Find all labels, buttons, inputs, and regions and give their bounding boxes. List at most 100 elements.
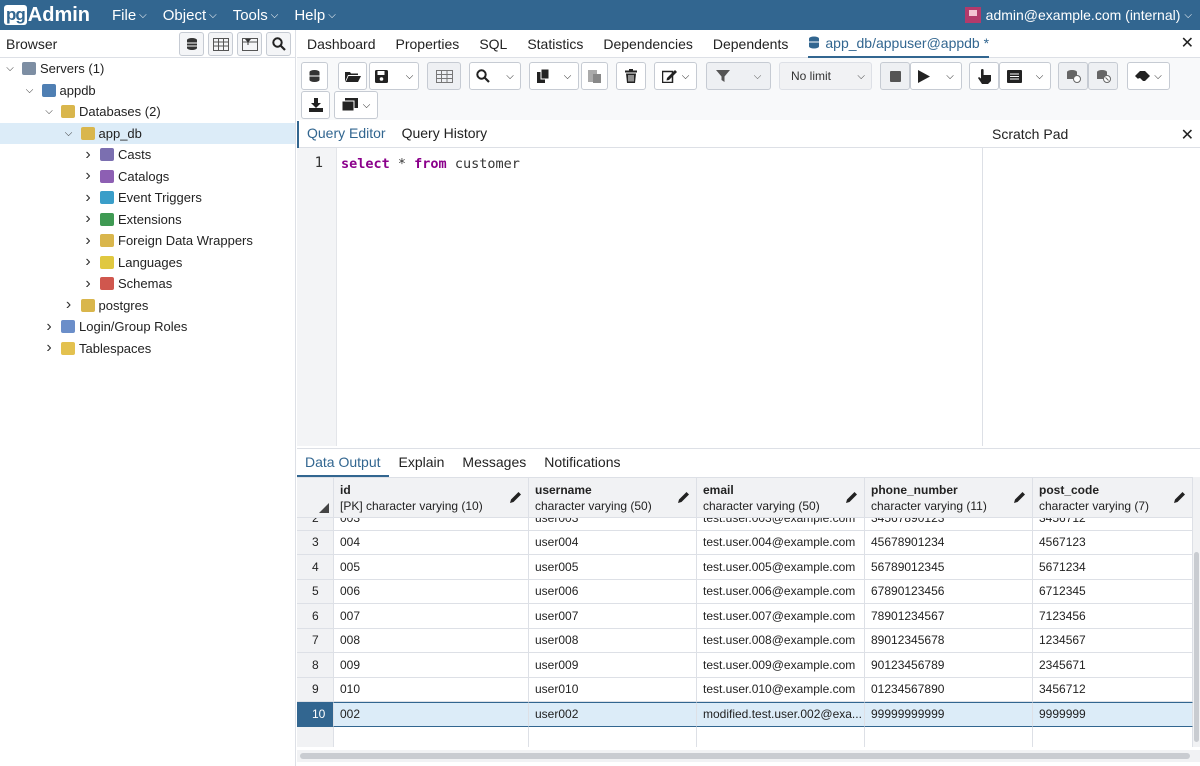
table-cell[interactable]: 009 [334,653,529,678]
scratch-pad-area[interactable] [983,148,1200,446]
rollback-button[interactable] [1088,62,1118,90]
table-cell[interactable] [697,726,865,747]
tab-sql[interactable]: SQL [479,30,507,58]
row-number[interactable]: 7 [297,628,334,653]
table-cell[interactable] [865,726,1033,747]
table-row[interactable]: 5 006 user006 test.user.006@example.com 6789… [297,579,1193,604]
table-cell[interactable]: 5671234 [1033,555,1193,580]
table-cell[interactable]: 6712345 [1033,579,1193,604]
execute-button[interactable]: ⌵ [910,62,962,90]
column-header-post_code[interactable]: post_code character varying (7) [1033,478,1193,518]
tab-dependencies[interactable]: Dependencies [603,30,693,58]
tree-node[interactable]: › Extensions [0,209,295,231]
row-number[interactable]: 9 [297,677,334,702]
tab-dependents[interactable]: Dependents [713,30,789,58]
pencil-icon[interactable] [1014,491,1026,503]
table-cell[interactable]: 2345671 [1033,653,1193,678]
table-cell[interactable]: 89012345678 [865,628,1033,653]
select-all-corner[interactable] [297,478,334,518]
chevron-down-icon[interactable]: ⌵ [24,85,36,96]
menu-file[interactable]: File ⌵ [112,7,147,24]
table-cell[interactable]: user005 [529,555,697,580]
table-cell[interactable]: user004 [529,530,697,555]
chevron-down-icon[interactable]: ⌵ [43,106,55,117]
open-file-button[interactable] [338,62,367,90]
edit-data-button[interactable] [427,62,461,90]
open-browser-button[interactable] [301,62,328,90]
table-cell[interactable]: user010 [529,677,697,702]
table-cell[interactable]: 78901234567 [865,604,1033,629]
tree-node[interactable]: ⌵ appdb [0,80,295,102]
download-button[interactable] [301,91,330,119]
chevron-down-icon[interactable]: ⌵ [4,63,16,74]
column-header-email[interactable]: email character varying (50) [697,478,865,518]
tree-node[interactable]: › Catalogs [0,166,295,188]
copy-button[interactable]: ⌵ [529,62,579,90]
table-cell[interactable]: 010 [334,677,529,702]
chevron-right-icon[interactable]: › [82,275,94,293]
table-row[interactable]: 3 004 user004 test.user.004@example.com 4567… [297,530,1193,555]
row-number[interactable] [297,726,334,747]
close-icon[interactable]: ✕ [1181,125,1194,145]
view-data-button[interactable] [208,32,233,56]
table-cell[interactable]: 004 [334,530,529,555]
chevron-right-icon[interactable]: › [82,210,94,228]
tab-data-output[interactable]: Data Output [297,449,389,477]
commit-button[interactable] [1058,62,1088,90]
close-icon[interactable]: ✕ [1181,33,1194,53]
user-menu[interactable]: admin@example.com (internal) ⌵ [964,0,1192,30]
table-cell[interactable]: user008 [529,628,697,653]
tab-dashboard[interactable]: Dashboard [307,30,376,58]
explain-button[interactable] [969,62,999,90]
clear-button[interactable]: ⌵ [1127,62,1170,90]
tab-notifications[interactable]: Notifications [536,449,628,477]
delete-button[interactable] [616,62,646,90]
row-number[interactable]: 3 [297,530,334,555]
tree-node[interactable]: ⌵ app_db [0,122,295,144]
chevron-right-icon[interactable]: › [82,146,94,164]
pencil-icon[interactable] [846,491,858,503]
table-cell[interactable]: 7123456 [1033,604,1193,629]
table-cell[interactable]: 56789012345 [865,555,1033,580]
table-cell[interactable]: 45678901234 [865,530,1033,555]
table-cell[interactable]: test.user.007@example.com [697,604,865,629]
chevron-right-icon[interactable]: › [63,296,75,314]
table-cell[interactable]: 002 [334,702,529,727]
tree-node[interactable]: › Casts [0,144,295,166]
row-number[interactable]: 8 [297,653,334,678]
table-row[interactable]: 9 010 user010 test.user.010@example.com 0123… [297,677,1193,702]
table-cell[interactable] [529,726,697,747]
table-cell[interactable]: user007 [529,604,697,629]
row-number[interactable]: 10 [297,702,334,727]
vertical-scrollbar-thumb[interactable] [1194,552,1199,742]
table-cell[interactable]: test.user.009@example.com [697,653,865,678]
table-cell[interactable] [1033,726,1193,747]
macros-button[interactable]: ⌵ [334,91,378,119]
table-cell[interactable] [334,726,529,747]
explain-analyze-button[interactable]: ⌵ [999,62,1051,90]
chevron-right-icon[interactable]: › [82,189,94,207]
table-row[interactable]: 6 007 user007 test.user.007@example.com 7890… [297,604,1193,629]
chevron-right-icon[interactable]: › [82,232,94,250]
tree-node[interactable]: › Login/Group Roles [0,316,295,338]
tab-query-editor[interactable]: Query Editor [297,121,394,148]
tab-statistics[interactable]: Statistics [527,30,583,58]
data-output-grid[interactable]: 2003user003test.user.003@example.com3456… [297,477,1193,747]
table-row[interactable]: 10 002 user002 modified.test.user.002@exa..… [297,702,1193,727]
tab-explain[interactable]: Explain [391,449,453,477]
table-cell[interactable]: test.user.006@example.com [697,579,865,604]
limit-select[interactable]: No limit ⌵ [779,62,872,90]
row-number[interactable]: 6 [297,604,334,629]
pencil-icon[interactable] [678,491,690,503]
table-cell[interactable]: 90123456789 [865,653,1033,678]
tab-properties[interactable]: Properties [396,30,460,58]
table-cell[interactable]: 008 [334,628,529,653]
table-cell[interactable]: test.user.010@example.com [697,677,865,702]
table-cell[interactable]: 006 [334,579,529,604]
save-file-button[interactable]: ⌵ [369,62,419,90]
chevron-right-icon[interactable]: › [82,253,94,271]
horizontal-scrollbar-thumb[interactable] [300,753,1190,759]
table-cell[interactable]: 1234567 [1033,628,1193,653]
tab-query-tool[interactable]: app_db/appuser@appdb * [808,30,990,58]
pencil-icon[interactable] [1174,491,1186,503]
